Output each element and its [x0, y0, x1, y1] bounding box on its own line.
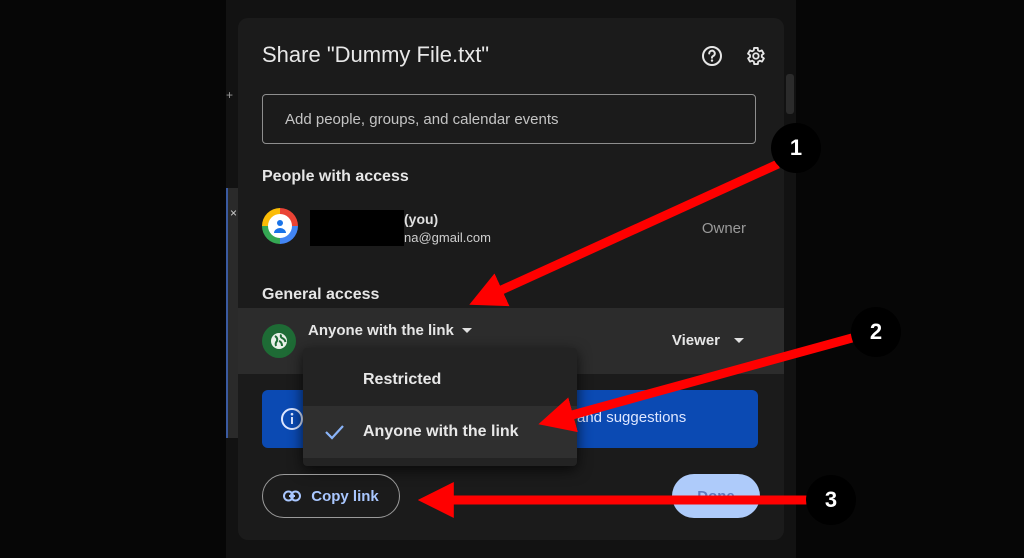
user-you-label: (you)	[404, 211, 439, 227]
owner-role-label: Owner	[701, 220, 746, 237]
general-access-selected: Anyone with the link	[308, 322, 454, 339]
menu-item-restricted[interactable]: Restricted	[303, 354, 577, 406]
help-icon[interactable]	[700, 44, 724, 68]
general-access-heading: General access	[262, 286, 380, 303]
background-close-icon: ×	[230, 206, 238, 220]
info-icon	[281, 408, 303, 430]
avatar-figure-icon	[268, 214, 292, 238]
role-dropdown[interactable]: Viewer	[672, 332, 744, 349]
role-label: Viewer	[671, 332, 720, 349]
menu-item-label: Anyone with the link	[363, 423, 519, 440]
avatar	[262, 208, 298, 244]
check-icon	[325, 425, 344, 440]
scrollbar[interactable]	[786, 74, 794, 114]
menu-item-label: Restricted	[363, 371, 442, 388]
general-access-menu: Restricted Anyone with the link	[303, 348, 577, 466]
copy-link-label: Copy link	[311, 487, 379, 505]
link-icon	[283, 490, 302, 502]
done-label: Done	[697, 487, 735, 505]
add-people-placeholder: Add people, groups, and calendar events	[285, 110, 559, 128]
redacted-name	[310, 210, 404, 246]
user-email: na@gmail.com	[404, 230, 491, 245]
done-button[interactable]: Done	[672, 474, 760, 518]
copy-link-button[interactable]: Copy link	[262, 474, 400, 518]
add-people-input[interactable]: Add people, groups, and calendar events	[262, 94, 756, 144]
chevron-down-icon	[734, 338, 744, 343]
share-dialog: Share "Dummy File.txt" Add people, group…	[238, 18, 784, 540]
gear-icon[interactable]	[743, 44, 767, 68]
user-row: (you) na@gmail.com Owner	[238, 200, 784, 256]
globe-icon	[262, 324, 296, 358]
menu-item-anyone-with-link[interactable]: Anyone with the link	[303, 406, 577, 458]
info-banner-text: and suggestions	[577, 409, 687, 426]
general-access-dropdown[interactable]: Anyone with the link	[308, 322, 472, 339]
dialog-title: Share "Dummy File.txt"	[262, 42, 490, 67]
chevron-down-icon	[461, 328, 472, 333]
annotation-badge-1: 1	[771, 123, 821, 173]
people-with-access-heading: People with access	[262, 168, 409, 185]
annotation-badge-3: 3	[806, 475, 856, 525]
annotation-badge-2: 2	[851, 307, 901, 357]
